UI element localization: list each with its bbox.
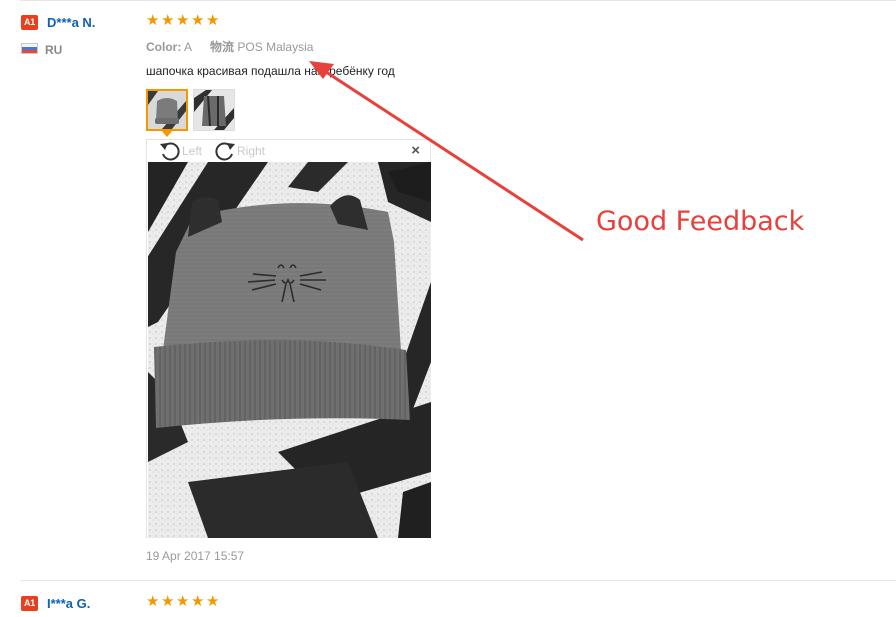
annotation-label: Good Feedback xyxy=(596,206,805,237)
annotation-arrow xyxy=(309,61,584,242)
